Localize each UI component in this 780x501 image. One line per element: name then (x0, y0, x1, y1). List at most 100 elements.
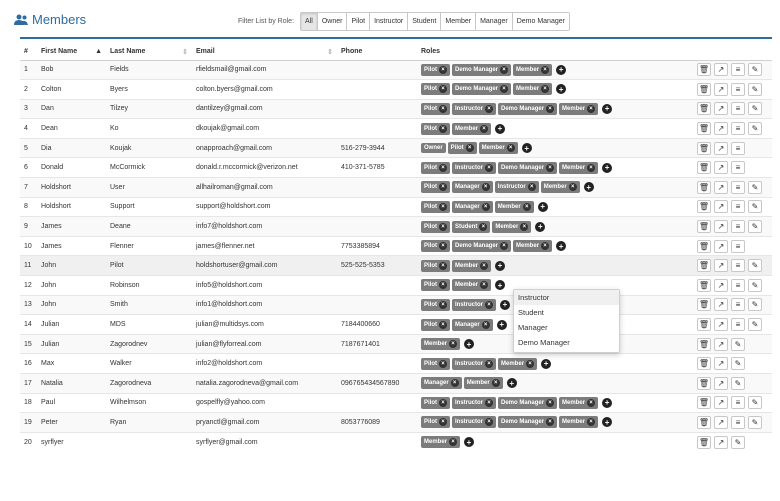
open-profile-button[interactable]: ↗ (714, 200, 728, 214)
dropdown-item-instructor[interactable]: Instructor (514, 290, 619, 305)
dropdown-item-manager[interactable]: Manager (514, 320, 619, 335)
filter-button-demo-manager[interactable]: Demo Manager (512, 13, 569, 30)
add-role-button[interactable]: + (556, 84, 567, 95)
remove-role-icon[interactable]: × (481, 320, 490, 329)
open-profile-button[interactable]: ↗ (714, 318, 728, 332)
remove-role-icon[interactable]: × (439, 104, 447, 113)
remove-role-icon[interactable]: × (526, 359, 535, 368)
remove-role-icon[interactable]: × (568, 183, 577, 192)
delete-button[interactable]: 🗑 (697, 161, 711, 175)
add-role-button[interactable]: + (495, 123, 506, 134)
add-role-button[interactable]: + (464, 339, 475, 350)
delete-button[interactable]: 🗑 (697, 180, 711, 194)
remove-role-icon[interactable]: × (587, 398, 596, 407)
remove-role-icon[interactable]: × (587, 418, 596, 427)
add-role-button[interactable]: + (602, 103, 613, 114)
remove-role-icon[interactable]: × (480, 124, 489, 133)
details-button[interactable]: ≡ (731, 259, 745, 273)
remove-role-icon[interactable]: × (485, 104, 494, 113)
add-role-button[interactable]: + (464, 437, 475, 448)
add-role-button[interactable]: + (602, 397, 613, 408)
add-role-button[interactable]: + (602, 417, 613, 428)
column-header-first-name[interactable]: First Name ▲ (37, 44, 106, 61)
delete-button[interactable]: 🗑 (697, 318, 711, 332)
remove-role-icon[interactable]: × (527, 183, 536, 192)
edit-button[interactable]: ✎ (731, 435, 745, 449)
dropdown-item-demo-manager[interactable]: Demo Manager (514, 335, 619, 350)
open-profile-button[interactable]: ↗ (714, 337, 728, 351)
remove-role-icon[interactable]: × (480, 261, 489, 270)
open-profile-button[interactable]: ↗ (714, 122, 728, 136)
remove-role-icon[interactable]: × (587, 104, 596, 113)
remove-role-icon[interactable]: × (439, 85, 447, 94)
remove-role-icon[interactable]: × (546, 418, 555, 427)
open-profile-button[interactable]: ↗ (714, 82, 728, 96)
edit-button[interactable]: ✎ (748, 200, 762, 214)
add-role-button[interactable]: + (537, 201, 548, 212)
delete-button[interactable]: 🗑 (697, 435, 711, 449)
add-role-button[interactable]: + (506, 378, 517, 389)
open-profile-button[interactable]: ↗ (714, 239, 728, 253)
add-role-button[interactable]: + (535, 221, 546, 232)
details-button[interactable]: ≡ (731, 278, 745, 292)
remove-role-icon[interactable]: × (485, 300, 494, 309)
open-profile-button[interactable]: ↗ (714, 141, 728, 155)
filter-button-all[interactable]: All (301, 13, 318, 30)
details-button[interactable]: ≡ (731, 141, 745, 155)
delete-button[interactable]: 🗑 (697, 102, 711, 116)
remove-role-icon[interactable]: × (479, 222, 488, 231)
edit-button[interactable]: ✎ (748, 63, 762, 77)
remove-role-icon[interactable]: × (500, 242, 509, 251)
remove-role-icon[interactable]: × (439, 359, 447, 368)
filter-button-instructor[interactable]: Instructor (370, 13, 409, 30)
edit-button[interactable]: ✎ (731, 376, 745, 390)
edit-button[interactable]: ✎ (748, 415, 762, 429)
add-role-button[interactable]: + (602, 162, 613, 173)
remove-role-icon[interactable]: × (485, 359, 494, 368)
details-button[interactable]: ≡ (731, 161, 745, 175)
remove-role-icon[interactable]: × (485, 163, 494, 172)
delete-button[interactable]: 🗑 (697, 298, 711, 312)
remove-role-icon[interactable]: × (500, 85, 509, 94)
remove-role-icon[interactable]: × (439, 65, 447, 74)
remove-role-icon[interactable]: × (450, 379, 459, 388)
filter-button-member[interactable]: Member (441, 13, 477, 30)
remove-role-icon[interactable]: × (485, 398, 494, 407)
edit-button[interactable]: ✎ (748, 259, 762, 273)
remove-role-icon[interactable]: × (439, 281, 447, 290)
delete-button[interactable]: 🗑 (697, 357, 711, 371)
remove-role-icon[interactable]: × (439, 300, 447, 309)
delete-button[interactable]: 🗑 (697, 141, 711, 155)
delete-button[interactable]: 🗑 (697, 122, 711, 136)
open-profile-button[interactable]: ↗ (714, 63, 728, 77)
filter-button-manager[interactable]: Manager (476, 13, 513, 30)
add-role-button[interactable]: + (556, 64, 567, 75)
edit-button[interactable]: ✎ (748, 298, 762, 312)
details-button[interactable]: ≡ (731, 239, 745, 253)
details-button[interactable]: ≡ (731, 318, 745, 332)
remove-role-icon[interactable]: × (439, 222, 447, 231)
remove-role-icon[interactable]: × (500, 65, 509, 74)
delete-button[interactable]: 🗑 (697, 415, 711, 429)
details-button[interactable]: ≡ (731, 180, 745, 194)
delete-button[interactable]: 🗑 (697, 376, 711, 390)
dropdown-item-student[interactable]: Student (514, 305, 619, 320)
delete-button[interactable]: 🗑 (697, 278, 711, 292)
open-profile-button[interactable]: ↗ (714, 435, 728, 449)
remove-role-icon[interactable]: × (506, 144, 515, 153)
filter-button-student[interactable]: Student (408, 13, 442, 30)
remove-role-icon[interactable]: × (541, 85, 550, 94)
delete-button[interactable]: 🗑 (697, 337, 711, 351)
open-profile-button[interactable]: ↗ (714, 376, 728, 390)
open-profile-button[interactable]: ↗ (714, 396, 728, 410)
remove-role-icon[interactable]: × (520, 222, 529, 231)
details-button[interactable]: ≡ (731, 122, 745, 136)
details-button[interactable]: ≡ (731, 82, 745, 96)
edit-button[interactable]: ✎ (748, 396, 762, 410)
remove-role-icon[interactable]: × (439, 398, 447, 407)
remove-role-icon[interactable]: × (541, 242, 550, 251)
remove-role-icon[interactable]: × (546, 104, 555, 113)
edit-button[interactable]: ✎ (748, 318, 762, 332)
open-profile-button[interactable]: ↗ (714, 259, 728, 273)
remove-role-icon[interactable]: × (491, 379, 500, 388)
